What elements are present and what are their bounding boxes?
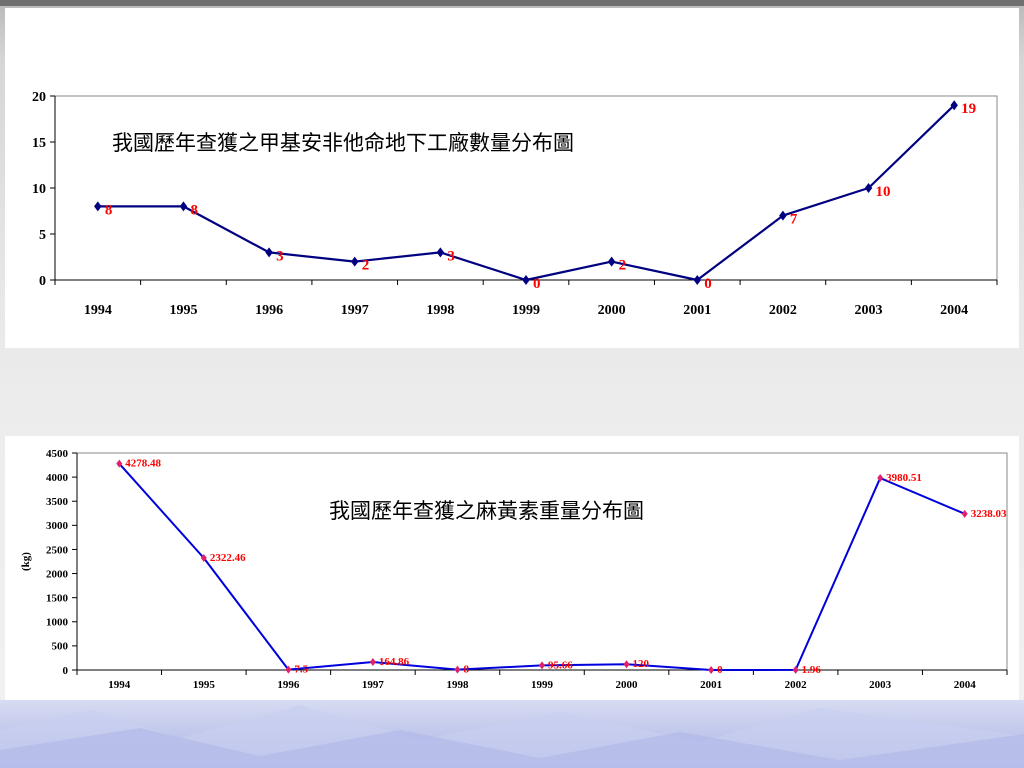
factories-line-chart: 我國歷年查獲之甲基安非他命地下工廠數量分布圖 051015201994 1995 1… [32,90,998,318]
data-label: 8 [463,664,469,676]
x-tick-label: 2004 [954,679,977,691]
series-line [118,463,966,671]
x-tick-label: 2000 [598,303,626,318]
y-tick-label: 500 [52,641,69,653]
x-tick-label: 1996 [255,303,283,318]
data-label: 95.66 [548,659,573,671]
data-point-marker [350,256,359,267]
data-label: 2322.46 [210,552,246,564]
x-tick-label: 2000 [616,679,639,691]
y-tick-label: 10 [32,182,46,197]
data-label: 164.86 [379,656,410,668]
data-point-marker [369,658,376,667]
x-tick-label: 1999 [512,303,540,318]
data-label: 0 [533,276,541,292]
plot-area-frame [54,95,998,281]
data-label: 0 [717,664,723,676]
y-tick-label: 1000 [46,617,69,629]
chart-title: 我國歷年查獲之甲基安非他命地下工廠數量分布圖 [112,131,574,155]
data-label: 1.96 [802,664,822,676]
y-tick-label: 4000 [46,472,69,484]
data-label: 0 [704,276,712,292]
x-tick-label: 1995 [193,679,216,691]
x-tick-label: 2003 [855,303,883,318]
x-tick-label: 1999 [531,679,554,691]
data-point-marker [779,210,787,221]
data-label: 10 [876,184,891,200]
x-tick-label: 1996 [277,679,300,691]
data-point-marker [693,275,702,285]
data-label: 8 [105,202,113,218]
y-tick-label: 20 [32,90,46,105]
x-tick-label: 1998 [446,679,469,691]
chart-panel-factories: 我國歷年查獲之甲基安非他命地下工廠數量分布圖 0 5 10 15 20 1994 1995 1… [5,8,1019,348]
data-point-marker [522,275,530,285]
y-tick-label: 5 [39,228,46,243]
data-label: 4278.48 [125,458,161,470]
y-tick-label: 3500 [46,496,69,508]
data-point-marker [94,201,102,212]
y-tick-label: 1500 [46,593,69,605]
chart-title: 我國歷年查獲之麻黃素重量分布圖 [329,499,644,523]
slide-background-decoration [0,700,1024,768]
y-tick-label: 2000 [46,568,69,580]
data-label: 2 [619,258,627,274]
data-point-marker [179,201,188,212]
ephedrine-line-chart: 我國歷年查獲之麻黃素重量分布圖 0 500 1000 1500 2000 2500 3000… [20,448,1008,691]
y-tick-label: 0 [39,274,46,289]
data-point-marker [454,665,461,674]
slide-top-edge [0,0,1024,6]
data-point-marker [961,509,968,518]
x-tick-label: 2001 [700,679,722,691]
data-point-marker [436,247,445,258]
data-label: 2 [362,258,370,274]
chart-panel-ephedrine: 我國歷年查獲之麻黃素重量分布圖 0 500 1000 1500 2000 2500 3000… [5,436,1019,701]
data-label: 7 [790,212,798,228]
x-tick-label: 2002 [785,679,808,691]
data-label: 120 [633,658,650,670]
x-tick-label: 1994 [108,679,131,691]
x-tick-label: 1998 [426,303,454,318]
x-tick-label: 2003 [869,679,892,691]
data-label: 3 [276,248,284,264]
y-axis-label: (kg) [20,552,32,571]
data-point-marker [708,666,715,674]
mountain-decoration [0,705,1024,768]
data-point-marker [265,247,273,258]
x-tick-label: 2002 [769,303,797,318]
x-tick-label: 1997 [341,303,369,318]
data-label: 3980.51 [886,472,922,484]
data-label: 8 [190,202,198,218]
x-tick-label: 1995 [169,303,197,318]
y-tick-label: 2500 [46,544,69,556]
y-tick-label: 0 [63,665,69,677]
data-label: 19 [961,101,976,117]
data-label: 7.5 [294,664,308,676]
y-tick-label: 4500 [46,448,69,460]
y-tick-label: 3000 [46,520,69,532]
x-tick-label: 2004 [940,303,968,318]
data-point-marker [623,660,630,669]
data-point-marker [607,256,616,267]
data-point-marker [539,661,545,670]
data-label: 3238.03 [971,508,1007,520]
x-tick-label: 2001 [683,303,711,318]
x-tick-label: 1997 [362,679,385,691]
x-tick-label: 1994 [84,303,112,318]
y-tick-label: 15 [32,136,46,151]
data-label: 3 [447,248,455,264]
